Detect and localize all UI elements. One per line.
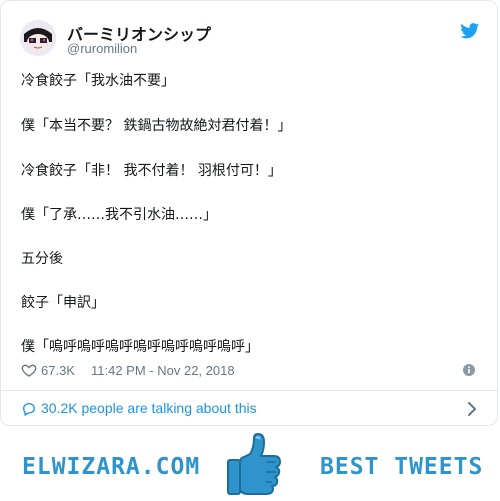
user-handle[interactable]: @ruromilion: [67, 41, 137, 56]
tweet-line: 僕「嗚呼嗚呼嗚呼嗚呼嗚呼嗚呼嗚呼」: [21, 339, 259, 355]
thumbs-up-icon: [227, 433, 281, 495]
tweet-meta: 67.3K 11:42 PM - Nov 22, 2018: [21, 362, 477, 380]
avatar-image: [20, 20, 56, 56]
divider: [1, 390, 497, 391]
avatar[interactable]: [20, 20, 56, 56]
like-count[interactable]: 67.3K: [41, 363, 75, 378]
site-banner: ELWIZARA.COM BEST TWEETS: [0, 430, 500, 501]
talking-text[interactable]: 30.2K people are talking about this: [41, 400, 257, 416]
tweet-timestamp[interactable]: 11:42 PM - Nov 22, 2018: [91, 363, 235, 378]
comment-icon: [23, 403, 35, 416]
tweet-line: 冷食餃子「非！ 我不付着！ 羽根付可！」: [21, 163, 282, 179]
tweet-line: 僕「了承……我不引水油……」: [21, 207, 217, 223]
tweet-line: 冷食餃子「我水油不要」: [21, 73, 175, 89]
chevron-right-icon[interactable]: [467, 402, 477, 416]
heart-icon[interactable]: [21, 362, 37, 378]
twitter-bird-icon[interactable]: [460, 23, 480, 39]
site-name[interactable]: ELWIZARA.COM: [22, 454, 200, 480]
tweet-card: バーミリオンシップ @ruromilion 冷食餃子「我水油不要」 僕「本当不要…: [0, 0, 498, 426]
conversation-link[interactable]: 30.2K people are talking about this: [21, 400, 477, 418]
info-icon[interactable]: [463, 364, 475, 376]
tweet-line: 五分後: [21, 251, 63, 267]
tweet-line: 餃子「申訳」: [21, 295, 105, 311]
tweet-line: 僕「本当不要？ 鉄鍋古物故絶対君付着！」: [21, 118, 292, 134]
best-tweets-label: BEST TWEETS: [320, 454, 484, 480]
